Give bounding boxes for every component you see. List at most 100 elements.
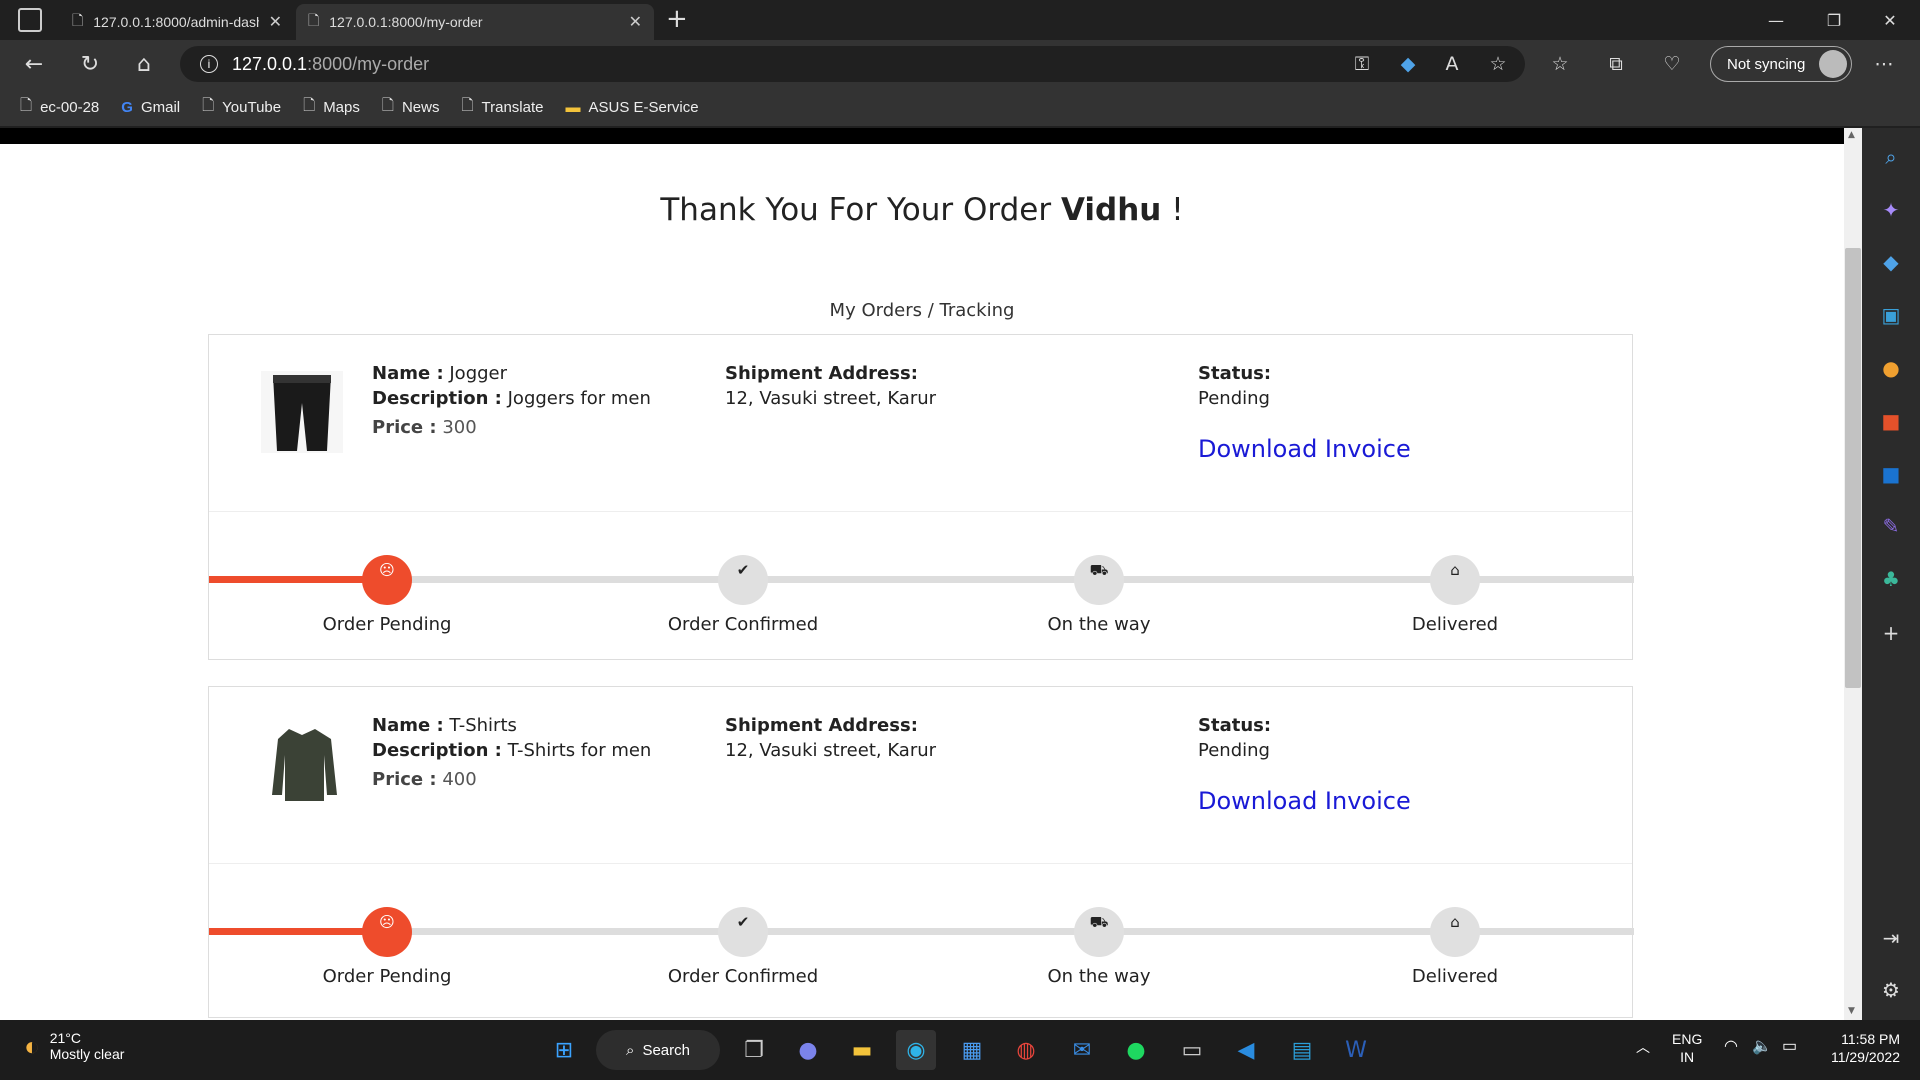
close-icon[interactable]: ✕: [269, 12, 282, 32]
search-icon: ⌕: [626, 1041, 635, 1059]
step-label: Order Confirmed: [667, 614, 819, 635]
notepad-icon[interactable]: ▤: [1282, 1030, 1322, 1070]
minimize-icon[interactable]: —: [1748, 0, 1804, 40]
weather-widget[interactable]: ◐ 21°C Mostly clear: [24, 1030, 124, 1062]
page-title: Thank You For Your Order Vidhu !: [0, 192, 1844, 228]
scroll-up-icon[interactable]: ▲: [1848, 130, 1855, 140]
add-favorite-icon[interactable]: ☆: [1482, 50, 1514, 78]
page-icon: 🗋: [461, 96, 474, 114]
page-icon: 🗋: [72, 12, 84, 28]
teams-icon[interactable]: ●: [788, 1030, 828, 1070]
tray-overflow-icon[interactable]: ︿: [1636, 1038, 1650, 1056]
copilot-icon[interactable]: ✦: [1862, 190, 1920, 230]
favorite-label: Maps: [323, 98, 360, 116]
progress-fill: [209, 576, 388, 583]
back-icon[interactable]: ←: [16, 48, 52, 80]
address-bar[interactable]: i 127.0.0.1:8000/my-order: [180, 46, 1525, 82]
settings-icon[interactable]: ⚙: [1862, 970, 1920, 1010]
order-card: Name : Jogger Description : Joggers for m…: [208, 334, 1634, 660]
search-icon[interactable]: ⌕: [1862, 137, 1920, 177]
store-icon[interactable]: ▦: [952, 1030, 992, 1070]
time: 11:58 PM: [1841, 1031, 1900, 1047]
battery-icon[interactable]: ▭: [1782, 1038, 1797, 1056]
favorite-item[interactable]: 🗋 News: [382, 95, 440, 120]
restore-icon[interactable]: ❐: [1806, 0, 1862, 40]
step-label: Order Pending: [322, 614, 452, 635]
office-icon[interactable]: ■: [1862, 401, 1920, 441]
designer-icon[interactable]: ✎: [1862, 506, 1920, 546]
shopping-icon[interactable]: ◆: [1862, 242, 1920, 282]
favorite-label: Translate: [481, 98, 544, 116]
favorite-label: YouTube: [222, 98, 282, 116]
favorite-item[interactable]: 🗋 Maps: [303, 95, 360, 120]
temperature: 21°C: [49, 1030, 81, 1046]
favorites-bar: 🗋 ec-00-28 G Gmail 🗋 YouTube 🗋 Maps 🗋 News 🗋 Transl…: [0, 88, 1920, 126]
mail-icon[interactable]: ✉: [1062, 1030, 1102, 1070]
volume-icon[interactable]: 🔈: [1752, 1038, 1772, 1056]
status-value: Pending: [1198, 740, 1270, 761]
more-menu-icon[interactable]: ⋯: [1868, 50, 1900, 78]
wifi-icon[interactable]: ◠: [1724, 1038, 1738, 1056]
word-icon[interactable]: W: [1336, 1030, 1376, 1070]
info-icon[interactable]: i: [200, 55, 218, 73]
split-screen-icon[interactable]: ⇥: [1862, 918, 1920, 958]
favorites-icon[interactable]: ☆: [1544, 50, 1576, 78]
clock[interactable]: 11:58 PM 11/29/2022: [1820, 1030, 1900, 1066]
profile-sync-button[interactable]: Not syncing: [1710, 46, 1852, 82]
read-aloud-icon[interactable]: A: [1436, 50, 1468, 78]
performance-icon[interactable]: ♡: [1656, 50, 1688, 78]
coupon-icon[interactable]: ◆: [1392, 50, 1424, 78]
weather-text: Mostly clear: [49, 1046, 125, 1062]
key-icon[interactable]: ⚿: [1346, 50, 1378, 78]
favorite-item[interactable]: G Gmail: [121, 99, 180, 116]
tab-my-order[interactable]: 🗋 127.0.0.1:8000/my-order ✕: [296, 4, 654, 40]
close-window-icon[interactable]: ✕: [1862, 0, 1918, 40]
favorite-item[interactable]: 🗋 ec-00-28: [20, 95, 99, 120]
spotify-icon[interactable]: ●: [1116, 1030, 1156, 1070]
date: 11/29/2022: [1830, 1049, 1900, 1065]
new-tab-icon[interactable]: +: [666, 4, 688, 34]
scrollbar-thumb[interactable]: [1845, 248, 1861, 688]
customer-name: Vidhu: [1060, 192, 1162, 228]
download-invoice-link[interactable]: Download Invoice: [1198, 435, 1411, 463]
url-path: :8000/my-order: [307, 53, 430, 74]
games-icon[interactable]: ●: [1862, 348, 1920, 388]
avatar: [1819, 50, 1847, 78]
language-indicator[interactable]: ENG IN: [1672, 1030, 1702, 1066]
terminal-icon[interactable]: ▭: [1172, 1030, 1212, 1070]
taskbar-search[interactable]: ⌕ Search: [596, 1030, 720, 1070]
status-value: Pending: [1198, 388, 1270, 409]
task-view-icon[interactable]: ❐: [734, 1030, 774, 1070]
product-price: Price : 400: [372, 769, 477, 790]
step-label: Order Confirmed: [667, 966, 819, 987]
step-check-icon: ✔: [718, 907, 768, 957]
favorite-item[interactable]: ▬ ASUS E-Service: [566, 99, 699, 116]
vscode-icon[interactable]: ◀: [1226, 1030, 1266, 1070]
favorite-label: ec-00-28: [40, 98, 100, 116]
tree-icon[interactable]: ♣: [1862, 559, 1920, 599]
add-icon[interactable]: +: [1862, 613, 1920, 653]
favorite-item[interactable]: 🗋 Translate: [461, 95, 543, 120]
tab-actions-icon[interactable]: [18, 8, 42, 32]
collections-icon[interactable]: ⧉: [1600, 50, 1632, 78]
close-icon[interactable]: ✕: [629, 12, 642, 32]
product-name: Name : T-Shirts: [372, 715, 517, 736]
outlook-icon[interactable]: ■: [1862, 454, 1920, 494]
file-explorer-icon[interactable]: ▬: [842, 1030, 882, 1070]
step-sad-face-icon: ☹: [362, 555, 412, 605]
tab-admin-dashboard[interactable]: 🗋 127.0.0.1:8000/admin-dashboard ✕: [60, 4, 294, 40]
refresh-icon[interactable]: ↻: [72, 48, 108, 80]
home-icon[interactable]: ⌂: [126, 48, 162, 80]
tools-icon[interactable]: ▣: [1862, 295, 1920, 335]
moon-icon: ◐: [24, 1030, 40, 1061]
scroll-down-icon[interactable]: ▼: [1848, 1006, 1855, 1016]
download-invoice-link[interactable]: Download Invoice: [1198, 787, 1411, 815]
lang-code: ENG: [1672, 1031, 1703, 1047]
step-home-icon: ⌂: [1430, 907, 1480, 957]
favorite-label: Gmail: [140, 98, 181, 116]
favorite-item[interactable]: 🗋 YouTube: [202, 95, 281, 120]
edge-icon[interactable]: ◉: [896, 1030, 936, 1070]
start-icon[interactable]: ⊞: [544, 1030, 584, 1070]
chrome-icon[interactable]: ◍: [1006, 1030, 1046, 1070]
url-host: 127.0.0.1: [232, 53, 308, 74]
